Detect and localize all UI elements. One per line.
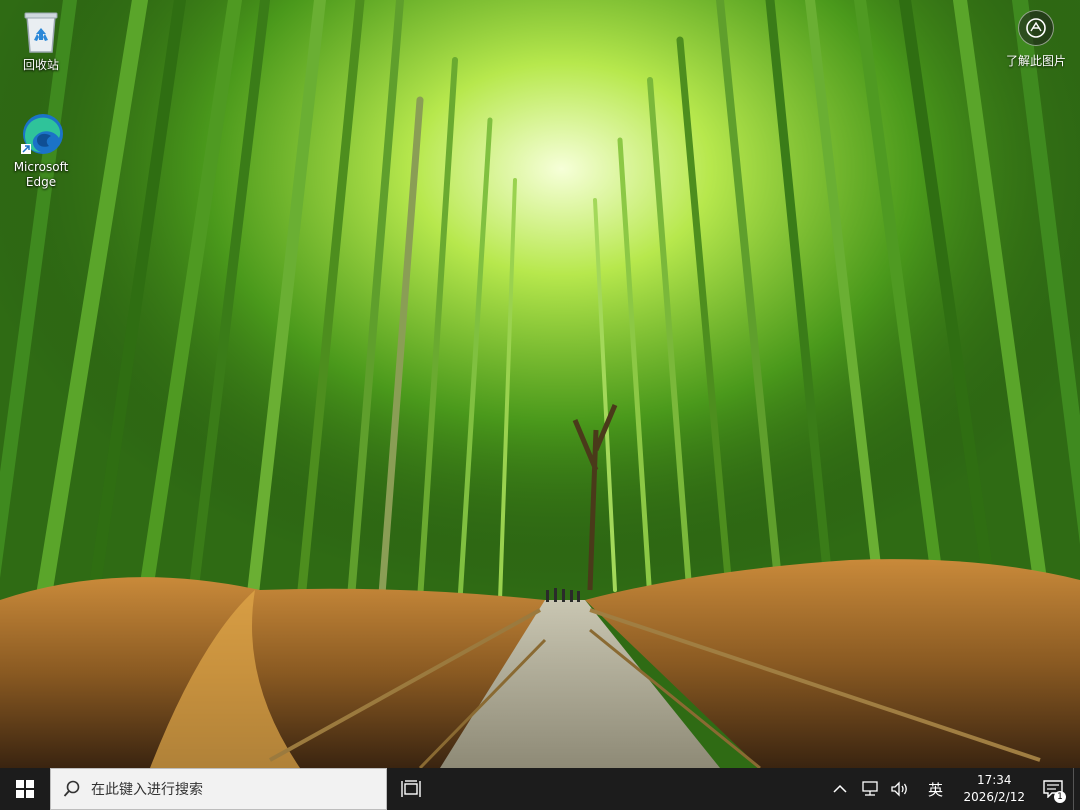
- task-view-button[interactable]: [387, 768, 435, 810]
- search-icon: [63, 780, 80, 797]
- notification-center-button[interactable]: 1: [1033, 768, 1073, 810]
- show-hidden-icons-button[interactable]: [825, 768, 855, 810]
- edge-shortcut[interactable]: Microsoft Edge: [5, 110, 77, 190]
- edge-label: Microsoft Edge: [13, 160, 69, 189]
- taskbar: 在此键入进行搜索 英 17:34 2026/2/12 1: [0, 768, 1080, 810]
- input-method-indicator[interactable]: 英: [915, 768, 955, 810]
- clock-time: 17:34: [976, 773, 1012, 787]
- clock[interactable]: 17:34 2026/2/12: [955, 768, 1033, 810]
- about-picture-label: 了解此图片: [1005, 54, 1066, 68]
- notification-count-badge: 1: [1054, 791, 1066, 803]
- network-button[interactable]: [855, 768, 885, 810]
- wallpaper-image: [0, 0, 1080, 768]
- clock-date: 2026/2/12: [963, 790, 1025, 804]
- taskbar-search-box[interactable]: 在此键入进行搜索: [50, 768, 387, 810]
- start-button[interactable]: [0, 768, 50, 810]
- volume-button[interactable]: [885, 768, 915, 810]
- task-view-icon: [401, 780, 421, 797]
- recycle-bin-shortcut[interactable]: 回收站: [5, 8, 77, 73]
- edge-icon: [21, 114, 63, 154]
- windows-logo-icon: [16, 780, 34, 798]
- system-tray: 英 17:34 2026/2/12 1: [825, 768, 1080, 810]
- search-placeholder: 在此键入进行搜索: [91, 782, 203, 798]
- camera-icon: [1018, 10, 1054, 46]
- recycle-bin-icon: [24, 12, 58, 53]
- recycle-bin-label: 回收站: [22, 58, 59, 72]
- show-desktop-button[interactable]: [1073, 768, 1080, 810]
- network-icon: [862, 781, 879, 796]
- chevron-up-icon: [833, 784, 847, 793]
- about-picture-button[interactable]: 了解此图片: [996, 10, 1076, 69]
- volume-icon: [891, 781, 908, 797]
- desktop: 回收站 Microsoft Edge 了解此图片 在此键入进行搜索 英 17:3…: [0, 0, 1080, 810]
